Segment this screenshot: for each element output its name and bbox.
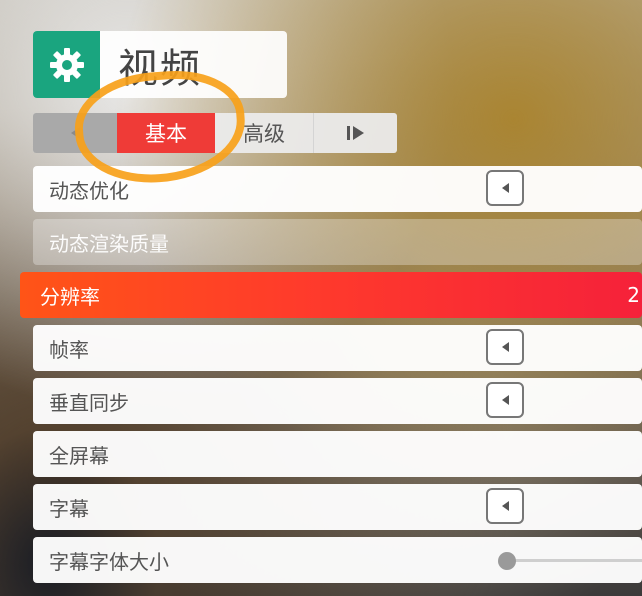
setting-label: 全屏幕 — [49, 443, 109, 468]
skip-forward-icon — [346, 126, 364, 140]
setting-label: 帧率 — [49, 337, 89, 362]
slider-track[interactable] — [505, 559, 642, 562]
setting-label: 动态优化 — [49, 178, 129, 203]
setting-label: 垂直同步 — [49, 390, 129, 415]
setting-row-resolution[interactable]: 分辨率 2 — [20, 272, 642, 318]
gear-icon-container — [33, 31, 100, 98]
chevron-left-icon — [502, 395, 509, 405]
setting-value: 2 — [627, 283, 640, 307]
decrease-button[interactable] — [486, 488, 524, 524]
decrease-button[interactable] — [486, 329, 524, 365]
setting-label: 字幕 — [49, 496, 89, 521]
gear-icon — [49, 47, 84, 82]
decrease-button[interactable] — [486, 382, 524, 418]
chevron-left-icon — [502, 342, 509, 352]
setting-row-subtitles[interactable]: 字幕 — [33, 484, 642, 530]
setting-row-framerate[interactable]: 帧率 — [33, 325, 642, 371]
setting-row-fullscreen[interactable]: 全屏幕 — [33, 431, 642, 477]
setting-label: 动态渲染质量 — [49, 231, 169, 256]
chevron-left-icon — [502, 183, 509, 193]
chevron-left-icon — [502, 501, 509, 511]
setting-label: 字幕字体大小 — [49, 549, 169, 574]
setting-label: 分辨率 — [40, 284, 100, 309]
tab-next-button[interactable] — [314, 113, 397, 153]
slider-thumb[interactable] — [498, 552, 516, 570]
setting-row-dynamic-render-quality[interactable]: 动态渲染质量 — [33, 219, 642, 265]
decrease-button[interactable] — [486, 170, 524, 206]
setting-row-vsync[interactable]: 垂直同步 — [33, 378, 642, 424]
setting-row-subtitle-font-size[interactable]: 字幕字体大小 — [33, 537, 642, 583]
